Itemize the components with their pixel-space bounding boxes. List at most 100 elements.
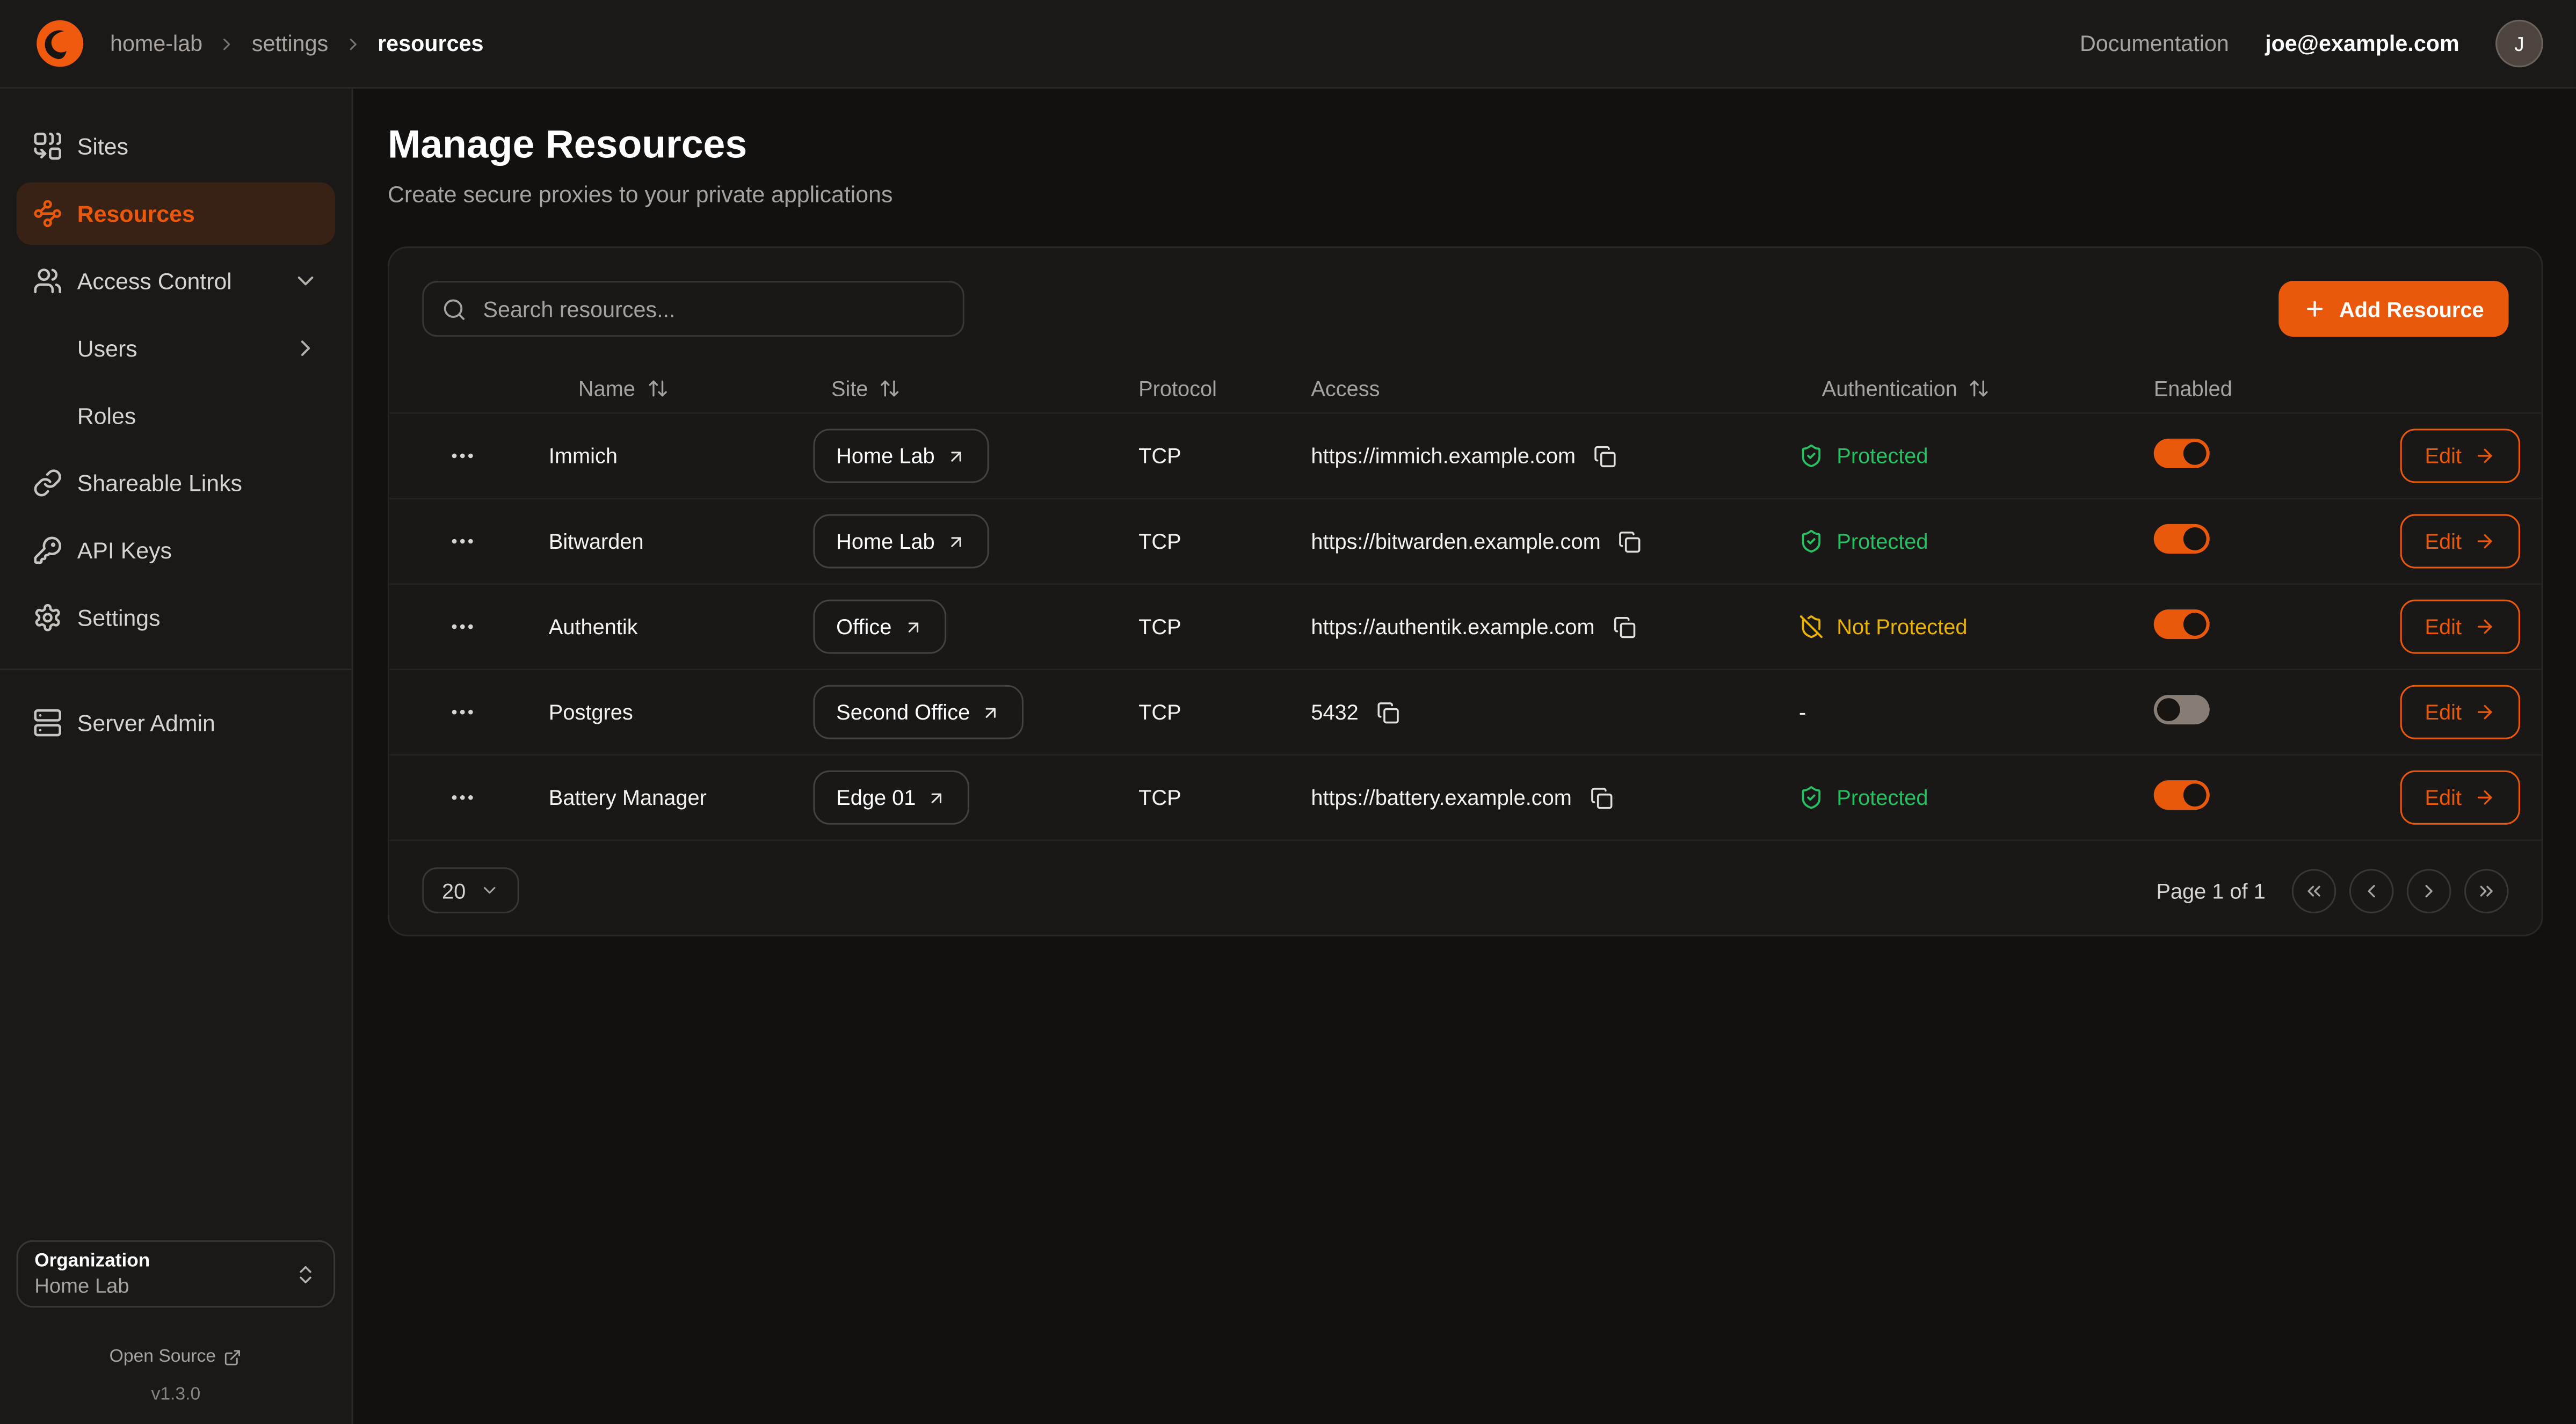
- enabled-toggle[interactable]: [2154, 439, 2210, 468]
- gear-icon: [33, 602, 62, 631]
- access-url: https://battery.example.com: [1311, 785, 1572, 810]
- app-root: home-lab settings resources Documentatio…: [0, 0, 2576, 1424]
- next-page-button[interactable]: [2407, 868, 2451, 913]
- breadcrumb-current: resources: [378, 31, 483, 56]
- edit-button[interactable]: Edit: [2400, 685, 2521, 739]
- site-link[interactable]: Home Lab: [813, 514, 989, 569]
- breadcrumb: home-lab settings resources: [110, 31, 484, 56]
- protocol-value: TCP: [1138, 700, 1311, 724]
- page-size-select[interactable]: 20: [422, 867, 520, 913]
- access-url: https://authentik.example.com: [1311, 614, 1594, 639]
- page-size-value: 20: [442, 878, 466, 903]
- auth-label: Protected: [1837, 785, 1928, 810]
- resource-name: Bitwarden: [549, 529, 814, 554]
- avatar[interactable]: J: [2495, 20, 2543, 68]
- row-actions-button[interactable]: [422, 527, 549, 555]
- sidebar-item-label: API Keys: [77, 536, 172, 563]
- shield-off-icon: [1799, 614, 1824, 639]
- main-content: Manage Resources Create secure proxies t…: [353, 89, 2576, 1424]
- arrow-up-right-icon: [927, 788, 947, 808]
- copy-button[interactable]: [1590, 786, 1613, 809]
- sort-icon: [1969, 377, 1990, 398]
- site-link[interactable]: Home Lab: [813, 428, 989, 483]
- chevron-right-icon: [217, 34, 237, 54]
- column-protocol: Protocol: [1138, 375, 1217, 400]
- sidebar-item-sites[interactable]: Sites: [17, 114, 336, 177]
- arrow-right-icon: [2475, 701, 2497, 723]
- page-title: Manage Resources: [388, 123, 2543, 169]
- breadcrumb-org[interactable]: home-lab: [110, 31, 202, 56]
- sort-authentication-button[interactable]: Authentication: [1822, 375, 1990, 400]
- add-resource-button[interactable]: Add Resource: [2279, 281, 2509, 337]
- row-actions-button[interactable]: [422, 698, 549, 726]
- open-source-link[interactable]: Open Source: [110, 1347, 242, 1367]
- arrow-right-icon: [2475, 787, 2497, 808]
- pagination-controls: [2292, 868, 2509, 913]
- auth-label: -: [1799, 700, 1806, 724]
- chevron-right-icon: [343, 34, 363, 54]
- sidebar-item-resources[interactable]: Resources: [17, 181, 336, 244]
- enabled-toggle[interactable]: [2154, 695, 2210, 724]
- sidebar-item-api-keys[interactable]: API Keys: [17, 518, 336, 580]
- copy-button[interactable]: [1613, 615, 1636, 638]
- search-input[interactable]: [480, 295, 945, 323]
- enabled-toggle[interactable]: [2154, 609, 2210, 639]
- copy-button[interactable]: [1376, 701, 1399, 724]
- auth-label: Protected: [1837, 444, 1928, 468]
- page-indicator: Page 1 of 1: [2156, 878, 2265, 903]
- auth-status: Protected: [1799, 529, 2154, 554]
- column-access: Access: [1311, 375, 1380, 400]
- sidebar-item-settings[interactable]: Settings: [17, 586, 336, 648]
- chevron-down-icon: [481, 881, 500, 900]
- pangolin-logo-icon: [33, 17, 87, 71]
- body-layout: Sites Resources Access Control Users Rol…: [0, 89, 2576, 1424]
- chevron-down-icon: [293, 267, 319, 293]
- site-link[interactable]: Second Office: [813, 685, 1024, 739]
- sidebar-item-shareable-links[interactable]: Shareable Links: [17, 451, 336, 513]
- copy-button[interactable]: [1594, 445, 1617, 468]
- add-resource-label: Add Resource: [2339, 296, 2484, 321]
- documentation-link[interactable]: Documentation: [2080, 31, 2229, 56]
- sidebar-item-users[interactable]: Users: [17, 316, 336, 379]
- row-actions-button[interactable]: [422, 442, 549, 470]
- edit-button[interactable]: Edit: [2400, 600, 2521, 654]
- row-actions-button[interactable]: [422, 613, 549, 641]
- sidebar-bottom: Organization Home Lab Open Source v1.3.0: [0, 1240, 352, 1424]
- chevron-right-icon: [2418, 880, 2440, 901]
- previous-page-button[interactable]: [2349, 868, 2394, 913]
- row-actions-button[interactable]: [422, 783, 549, 811]
- edit-button[interactable]: Edit: [2400, 428, 2521, 483]
- sidebar-item-label: Server Admin: [77, 709, 215, 735]
- link-icon: [33, 467, 62, 497]
- enabled-toggle[interactable]: [2154, 524, 2210, 554]
- arrow-up-right-icon: [903, 617, 923, 637]
- server-icon: [33, 707, 62, 737]
- sidebar-item-label: Resources: [77, 200, 195, 226]
- enabled-toggle[interactable]: [2154, 780, 2210, 810]
- table-row: Bitwarden Home Lab TCP https://bitwarden…: [389, 498, 2542, 583]
- copy-icon: [1619, 530, 1642, 553]
- organization-selector[interactable]: Organization Home Lab: [17, 1240, 336, 1307]
- shield-check-icon: [1799, 785, 1824, 810]
- organization-value: Home Lab: [34, 1274, 294, 1298]
- arrow-up-right-icon: [982, 702, 1002, 722]
- search-box[interactable]: [422, 281, 964, 337]
- edit-button[interactable]: Edit: [2400, 771, 2521, 825]
- edit-button[interactable]: Edit: [2400, 514, 2521, 569]
- sidebar-item-access-control[interactable]: Access Control: [17, 249, 336, 311]
- sort-name-button[interactable]: Name: [578, 375, 668, 400]
- first-page-button[interactable]: [2292, 868, 2336, 913]
- copy-button[interactable]: [1619, 530, 1642, 553]
- sidebar-item-server-admin[interactable]: Server Admin: [17, 691, 336, 753]
- chevrons-right-icon: [2476, 880, 2497, 901]
- protocol-value: TCP: [1138, 785, 1311, 810]
- site-link[interactable]: Office: [813, 600, 946, 654]
- breadcrumb-settings[interactable]: settings: [252, 31, 328, 56]
- last-page-button[interactable]: [2464, 868, 2509, 913]
- site-link[interactable]: Edge 01: [813, 771, 970, 825]
- resource-name: Immich: [549, 444, 814, 468]
- sidebar-item-label: Users: [77, 335, 137, 361]
- sort-site-button[interactable]: Site: [831, 375, 901, 400]
- sidebar-item-roles[interactable]: Roles: [17, 383, 336, 446]
- column-enabled: Enabled: [2154, 375, 2232, 400]
